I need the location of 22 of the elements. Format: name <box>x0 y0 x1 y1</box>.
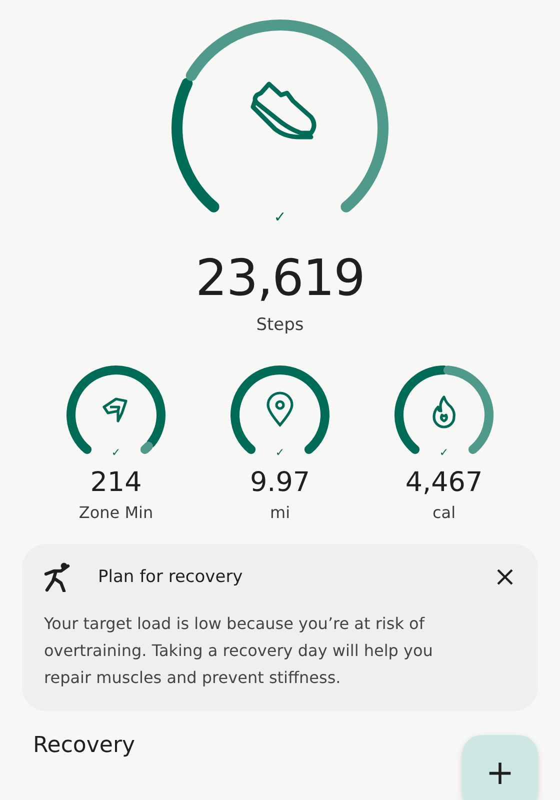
check-icon: ✓ <box>275 447 285 458</box>
card-text: Your target load is low because you’re at risk of overtraining. Taking a recovery day will help you repair muscles and prevent stiffness. <box>44 613 434 690</box>
add-button[interactable]: + <box>462 735 538 800</box>
goal-ring <box>140 442 153 454</box>
shoe-icon <box>250 82 316 140</box>
card-title: Plan for recovery <box>98 567 244 588</box>
running-person-icon <box>44 562 70 592</box>
metric-label: cal <box>432 503 456 522</box>
check-icon: ✓ <box>274 210 286 225</box>
metric-label: mi <box>270 503 290 522</box>
metric-value: 214 <box>90 467 142 500</box>
location-pin-icon <box>266 392 294 426</box>
steps-label: Steps <box>256 315 304 335</box>
section-title: Recovery <box>33 733 136 758</box>
metric-value: 9.97 <box>250 467 310 500</box>
chevron-icon <box>102 398 128 422</box>
check-icon: ✓ <box>111 447 121 458</box>
steps-count: 23,619 <box>196 253 364 303</box>
flame-icon <box>432 396 456 428</box>
metric-value: 4,467 <box>405 467 483 500</box>
metric-label: Zone Min <box>78 503 154 522</box>
check-icon: ✓ <box>439 447 449 458</box>
